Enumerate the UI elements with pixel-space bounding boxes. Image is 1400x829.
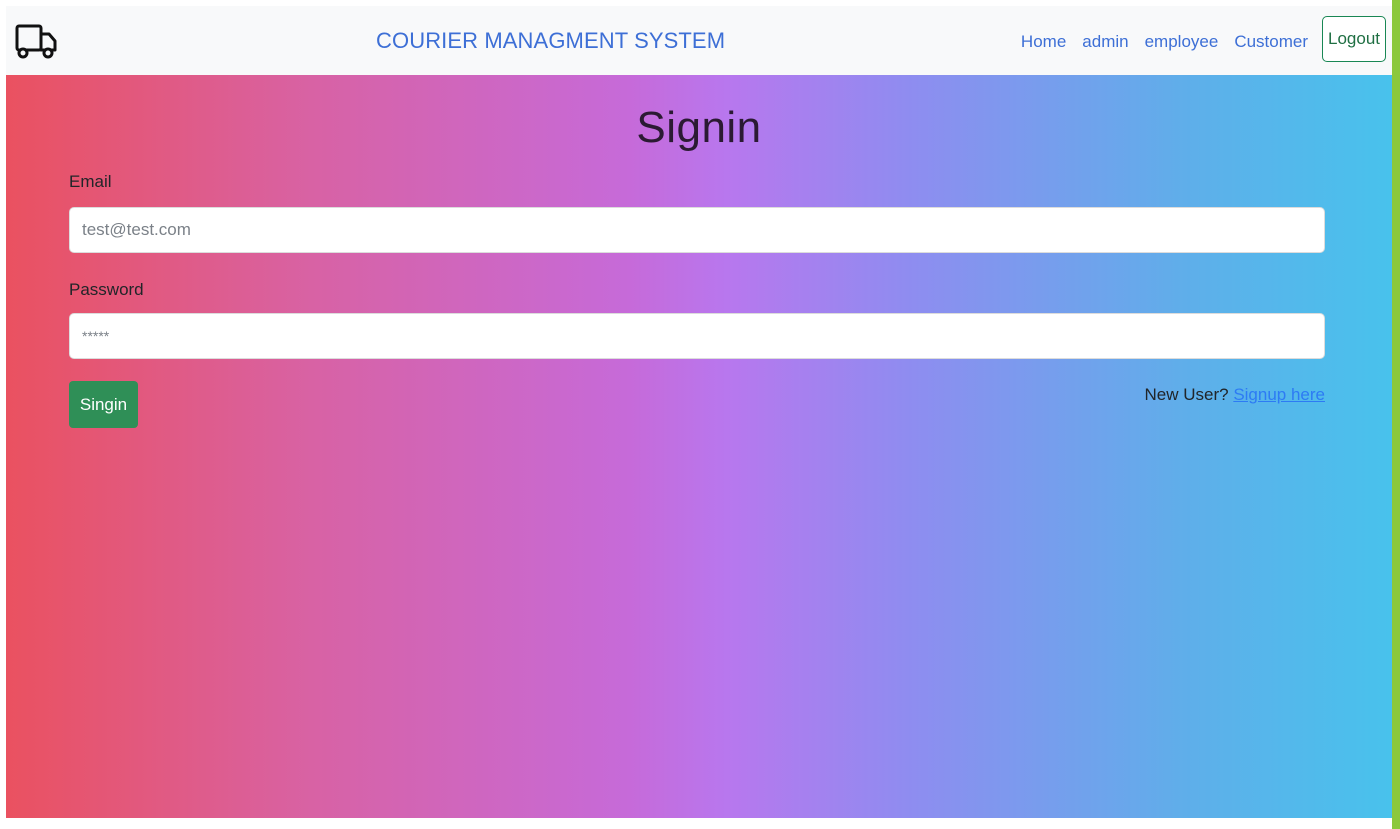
top-navbar: COURIER MANAGMENT SYSTEM Home admin empl…: [6, 6, 1392, 75]
right-edge-bar: [1392, 0, 1400, 829]
nav-link-customer[interactable]: Customer: [1234, 32, 1308, 52]
page-title: Signin: [636, 103, 762, 152]
signin-section: Signin Email Password Singin New User? S…: [6, 75, 1392, 818]
password-label: Password: [69, 280, 144, 299]
brand-title[interactable]: COURIER MANAGMENT SYSTEM: [376, 28, 725, 54]
email-label: Email: [69, 172, 112, 191]
new-user-text: New User?: [1144, 385, 1234, 404]
nav-link-employee[interactable]: employee: [1145, 32, 1219, 52]
nav-link-home[interactable]: Home: [1021, 32, 1066, 52]
signup-link[interactable]: Signup here: [1233, 385, 1325, 404]
truck-icon[interactable]: [14, 20, 58, 64]
logout-button[interactable]: Logout: [1322, 16, 1386, 62]
signin-button[interactable]: Singin: [69, 381, 138, 428]
nav-links: Home admin employee Customer: [1021, 32, 1308, 52]
nav-link-admin[interactable]: admin: [1082, 32, 1128, 52]
page: COURIER MANAGMENT SYSTEM Home admin empl…: [0, 0, 1400, 829]
new-user-prompt: New User? Signup here: [1145, 385, 1326, 405]
email-field[interactable]: [69, 207, 1325, 253]
password-field[interactable]: [69, 313, 1325, 359]
